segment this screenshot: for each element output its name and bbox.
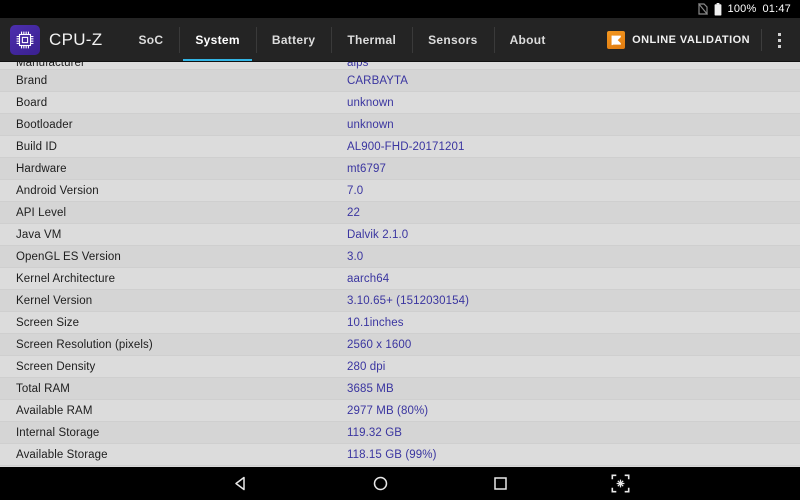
- status-clock: 01:47: [762, 3, 791, 15]
- row-value: unknown: [347, 118, 394, 131]
- row-label: Kernel Version: [16, 294, 93, 307]
- no-sim-icon: [697, 3, 708, 15]
- tab-soc[interactable]: SoC: [122, 18, 179, 62]
- tab-about[interactable]: About: [493, 18, 562, 62]
- home-circle-icon[interactable]: [320, 467, 440, 500]
- row-label: Manufacturer: [16, 62, 85, 69]
- table-row[interactable]: API Level 22: [0, 202, 800, 224]
- app-title: CPU-Z: [49, 30, 103, 49]
- row-label: Brand: [16, 74, 48, 87]
- tab-battery[interactable]: Battery: [255, 18, 331, 62]
- table-row[interactable]: Brand CARBAYTA: [0, 70, 800, 92]
- row-value: 3685 MB: [347, 382, 394, 395]
- table-row[interactable]: Available RAM 2977 MB (80%): [0, 400, 800, 422]
- navigation-bar: [0, 467, 800, 500]
- table-row[interactable]: Kernel Architecture aarch64: [0, 268, 800, 290]
- row-value: aarch64: [347, 272, 390, 285]
- validation-upload-icon: [607, 31, 626, 49]
- row-value: 7.0: [347, 184, 364, 197]
- tab-thermal-label: Thermal: [347, 33, 397, 47]
- table-row[interactable]: Internal Storage 119.32 GB: [0, 422, 800, 444]
- row-label: Screen Density: [16, 360, 96, 373]
- row-value: mt6797: [347, 162, 386, 175]
- table-row[interactable]: Java VM Dalvik 2.1.0: [0, 224, 800, 246]
- recents-square-icon[interactable]: [440, 467, 560, 500]
- row-label: Bootloader: [16, 118, 73, 131]
- row-value: CARBAYTA: [347, 74, 409, 87]
- screenshot-capture-icon[interactable]: [560, 467, 680, 500]
- row-value: 3.10.65+ (1512030154): [347, 294, 469, 307]
- row-value: 119.32 GB: [347, 426, 403, 439]
- online-validation-button[interactable]: ONLINE VALIDATION: [599, 18, 762, 62]
- row-value: unknown: [347, 96, 394, 109]
- row-label: Android Version: [16, 184, 99, 197]
- tab-thermal[interactable]: Thermal: [331, 18, 412, 62]
- table-row[interactable]: Kernel Version 3.10.65+ (1512030154): [0, 290, 800, 312]
- table-row[interactable]: Available Storage 118.15 GB (99%): [0, 444, 800, 466]
- row-value: 2560 x 1600: [347, 338, 412, 351]
- row-value: 22: [347, 206, 360, 219]
- row-value: 280 dpi: [347, 360, 386, 373]
- row-label: Total RAM: [16, 382, 70, 395]
- row-label: Kernel Architecture: [16, 272, 116, 285]
- overflow-dot: [777, 44, 781, 48]
- row-label: Screen Resolution (pixels): [16, 338, 153, 351]
- table-row[interactable]: Screen Resolution (pixels) 2560 x 1600: [0, 334, 800, 356]
- tab-soc-label: SoC: [138, 33, 164, 47]
- tab-system[interactable]: System: [179, 18, 256, 62]
- row-label: Hardware: [16, 162, 67, 175]
- device-screen: 100% 01:47 CPU-Z SoC System Battery Ther…: [0, 0, 800, 500]
- row-value: 10.1inches: [347, 316, 404, 329]
- table-row[interactable]: Hardware mt6797: [0, 158, 800, 180]
- table-row[interactable]: Screen Size 10.1inches: [0, 312, 800, 334]
- table-row[interactable]: Board unknown: [0, 92, 800, 114]
- status-bar: 100% 01:47: [0, 0, 800, 18]
- table-row[interactable]: Bootloader unknown: [0, 114, 800, 136]
- back-triangle-icon[interactable]: [160, 467, 320, 500]
- row-label: Board: [16, 96, 48, 109]
- row-label: API Level: [16, 206, 67, 219]
- row-label: Available RAM: [16, 404, 93, 417]
- table-row[interactable]: Total RAM 3685 MB: [0, 378, 800, 400]
- row-label: Available Storage: [16, 448, 108, 461]
- cpu-chip-icon: [10, 25, 40, 55]
- tab-bar: SoC System Battery Thermal Sensors About: [122, 18, 561, 62]
- row-value: 118.15 GB (99%): [347, 448, 437, 461]
- tab-battery-label: Battery: [271, 33, 316, 47]
- tab-system-label: System: [195, 33, 240, 47]
- row-value: 3.0: [347, 250, 364, 263]
- row-label: Build ID: [16, 140, 58, 153]
- battery-percent: 100%: [727, 3, 757, 15]
- app-bar: CPU-Z SoC System Battery Thermal Sensors…: [0, 18, 800, 62]
- tab-sensors-label: Sensors: [428, 33, 478, 47]
- overflow-dot: [777, 38, 781, 42]
- tab-about-label: About: [509, 33, 546, 47]
- app-bar-actions: ONLINE VALIDATION: [599, 18, 800, 62]
- row-label: Java VM: [16, 228, 62, 241]
- more-vertical-icon[interactable]: [762, 18, 796, 62]
- battery-full-icon: [714, 2, 722, 16]
- table-row[interactable]: Manufacturer alps: [0, 62, 800, 70]
- row-value: AL900-FHD-20171201: [347, 140, 465, 153]
- row-label: OpenGL ES Version: [16, 250, 121, 263]
- system-info-list[interactable]: Manufacturer alps Brand CARBAYTA Board u…: [0, 62, 800, 467]
- tab-sensors[interactable]: Sensors: [412, 18, 493, 62]
- table-row[interactable]: Android Version 7.0: [0, 180, 800, 202]
- row-value: 2977 MB (80%): [347, 404, 429, 417]
- table-row[interactable]: Screen Density 280 dpi: [0, 356, 800, 378]
- row-label: Internal Storage: [16, 426, 100, 439]
- row-value: alps: [347, 62, 369, 69]
- app-brand: CPU-Z: [0, 25, 108, 55]
- row-label: Screen Size: [16, 316, 80, 329]
- row-value: Dalvik 2.1.0: [347, 228, 409, 241]
- table-row[interactable]: OpenGL ES Version 3.0: [0, 246, 800, 268]
- online-validation-label: ONLINE VALIDATION: [632, 34, 750, 46]
- table-row[interactable]: Build ID AL900-FHD-20171201: [0, 136, 800, 158]
- overflow-dot: [777, 32, 781, 36]
